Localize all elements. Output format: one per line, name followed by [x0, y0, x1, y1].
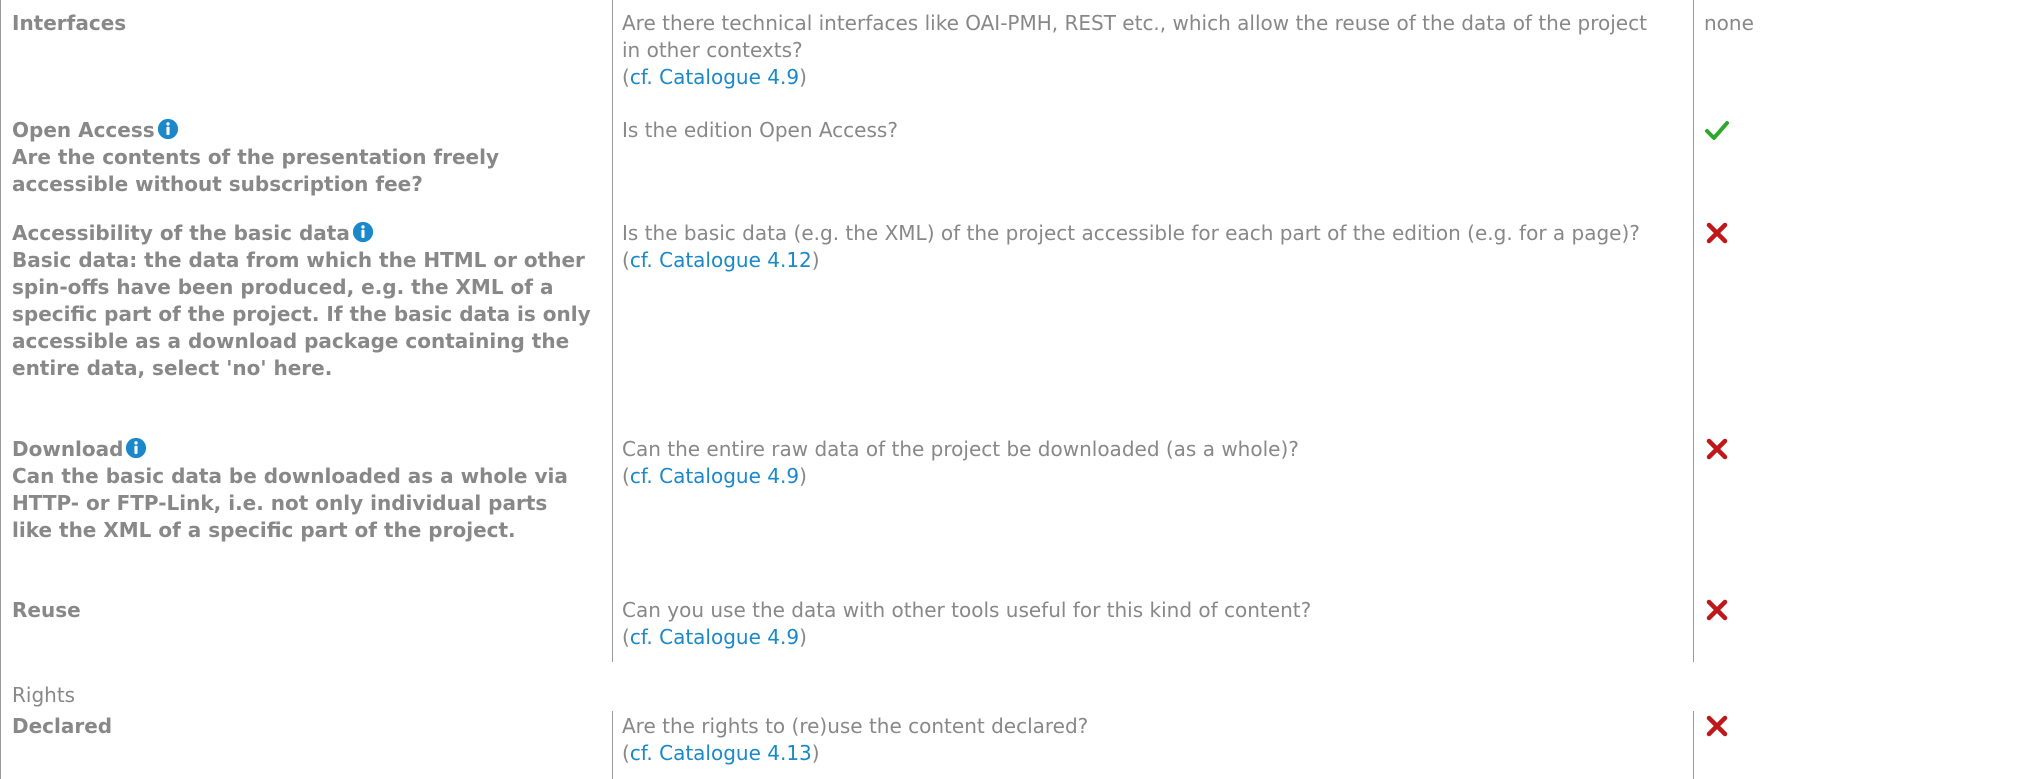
answer-cell: [1704, 117, 2004, 150]
table-row: Accessibility of the basic data Basic da…: [0, 220, 2027, 430]
question-cell: Are the rights to (re)use the content de…: [622, 713, 1662, 767]
cross-icon: [1706, 222, 1728, 244]
criterion-label: Declared: [12, 714, 113, 738]
criterion-label: Reuse: [12, 598, 81, 622]
answer-cell: [1704, 713, 2004, 746]
question-cell: Are there technical interfaces like OAI-…: [622, 10, 1662, 91]
question-text: Are the rights to (re)use the content de…: [622, 714, 1089, 738]
answer-cell: [1704, 597, 2004, 630]
section-title: Rights: [12, 683, 76, 707]
answer-cell: [1704, 436, 2004, 469]
info-icon[interactable]: [157, 118, 179, 140]
catalogue-link[interactable]: cf. Catalogue 4.9: [630, 625, 799, 649]
catalogue-reference: (cf. Catalogue 4.9): [622, 464, 807, 488]
catalogue-reference: (cf. Catalogue 4.9): [622, 625, 807, 649]
question-cell: Is the basic data (e.g. the XML) of the …: [622, 220, 1662, 274]
criterion-label: Accessibility of the basic data: [12, 221, 350, 245]
criterion-label-cell: Declared: [12, 713, 592, 740]
criterion-label-cell: Accessibility of the basic data Basic da…: [12, 220, 592, 382]
catalogue-link[interactable]: cf. Catalogue 4.13: [630, 741, 812, 765]
question-cell: Can the entire raw data of the project b…: [622, 436, 1662, 490]
question-cell: Is the edition Open Access?: [622, 117, 1662, 144]
table-row: Reuse Can you use the data with other to…: [0, 597, 2027, 667]
check-icon: [1705, 121, 1729, 140]
info-icon[interactable]: [125, 437, 147, 459]
criterion-label-cell: Reuse: [12, 597, 592, 624]
table-row: Interfaces Are there technical interface…: [0, 10, 2027, 110]
criterion-label: Download: [12, 437, 124, 461]
criterion-note: Basic data: the data from which the HTML…: [12, 248, 591, 380]
question-text: Is the edition Open Access?: [622, 118, 898, 142]
table-row: Declared Are the rights to (re)use the c…: [0, 713, 2027, 779]
info-icon[interactable]: [352, 221, 374, 243]
question-text: Can you use the data with other tools us…: [622, 598, 1312, 622]
column-divider: [612, 0, 613, 662]
catalogue-link[interactable]: cf. Catalogue 4.12: [630, 248, 812, 272]
table-row: Download Can the basic data be downloade…: [0, 436, 2027, 586]
table-row: Open Access Are the contents of the pres…: [0, 117, 2027, 207]
catalogue-reference: (cf. Catalogue 4.9): [622, 65, 807, 89]
question-cell: Can you use the data with other tools us…: [622, 597, 1662, 651]
criterion-label: Interfaces: [12, 11, 127, 35]
column-divider: [1693, 711, 1694, 779]
question-text: Can the entire raw data of the project b…: [622, 437, 1299, 461]
criterion-label-cell: Download Can the basic data be downloade…: [12, 436, 592, 544]
answer-cell: [1704, 220, 2004, 253]
criterion-label: Open Access: [12, 118, 155, 142]
catalogue-link[interactable]: cf. Catalogue 4.9: [630, 65, 799, 89]
column-divider: [1693, 0, 1694, 662]
catalogue-link[interactable]: cf. Catalogue 4.9: [630, 464, 799, 488]
cross-icon: [1706, 438, 1728, 460]
criterion-note: Can the basic data be downloaded as a wh…: [12, 464, 568, 542]
catalogue-reference: (cf. Catalogue 4.13): [622, 741, 820, 765]
criteria-table: Interfaces Are there technical interface…: [0, 0, 2027, 779]
column-divider: [612, 711, 613, 779]
cross-icon: [1706, 599, 1728, 621]
criterion-label-cell: Interfaces: [12, 10, 592, 37]
cross-icon: [1706, 715, 1728, 737]
criterion-note: Are the contents of the presentation fre…: [12, 145, 500, 196]
answer-text: none: [1704, 11, 1754, 35]
question-text: Is the basic data (e.g. the XML) of the …: [622, 221, 1640, 245]
question-text: Are there technical interfaces like OAI-…: [622, 11, 1647, 62]
answer-cell: none: [1704, 10, 2004, 37]
catalogue-reference: (cf. Catalogue 4.12): [622, 248, 820, 272]
criterion-label-cell: Open Access Are the contents of the pres…: [12, 117, 592, 198]
